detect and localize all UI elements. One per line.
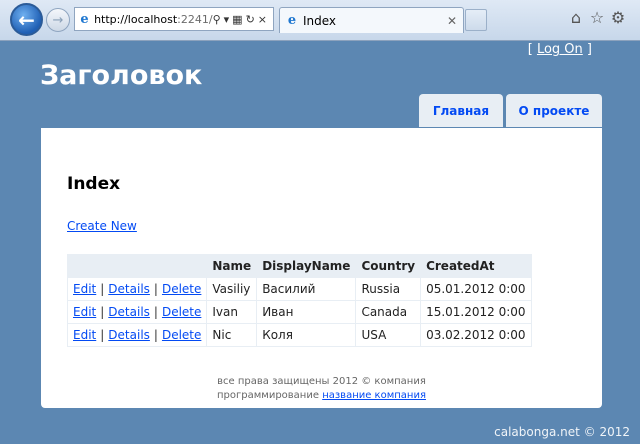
edit-link[interactable]: Edit [73, 328, 96, 342]
table-row: Edit | Details | Delete Nic Коля USA 03.02.2… [66, 323, 532, 347]
delete-link[interactable]: Delete [162, 305, 201, 319]
cell-name: Nic [206, 323, 258, 347]
table-header-row: Name DisplayName Country CreatedAt [66, 254, 532, 278]
cell-country: Russia [355, 277, 422, 301]
data-table: Name DisplayName Country CreatedAt Edit |… [66, 254, 532, 347]
main-content: Index Create New Name DisplayName Countr… [41, 128, 602, 408]
details-link[interactable]: Details [108, 305, 150, 319]
edit-link[interactable]: Edit [73, 305, 96, 319]
column-header-country: Country [355, 254, 422, 278]
close-icon[interactable]: ✕ [447, 14, 457, 28]
edit-link[interactable]: Edit [73, 282, 96, 296]
cell-createdat: 05.01.2012 0:00 [420, 277, 532, 301]
log-on-link[interactable]: Log On [537, 42, 583, 57]
separator: | [100, 282, 105, 296]
tab-title: Index [303, 13, 337, 28]
login-bracket-open: [ [527, 42, 537, 57]
cell-country: Canada [355, 300, 422, 324]
cell-displayname: Василий [256, 277, 357, 301]
separator: | [100, 305, 105, 319]
browser-chrome: ← → e http://localhost:2241/ ⚲▾▦↻× e Ind… [0, 0, 640, 41]
menu-item-about[interactable]: О проекте [506, 94, 602, 127]
gear-icon[interactable]: ⚙ [608, 8, 628, 28]
column-header-displayname: DisplayName [256, 254, 357, 278]
url-host: http://localhost [94, 12, 178, 26]
cell-createdat: 15.01.2012 0:00 [420, 300, 532, 324]
column-header-createdat: CreatedAt [420, 254, 532, 278]
compat-view-icon[interactable]: ▦ [232, 13, 245, 26]
login-display: [ Log On ] [528, 42, 592, 57]
page-title: Index [67, 174, 121, 194]
ie-logo-icon: e [80, 11, 89, 27]
footer: все права защищены 2012 © компания прогр… [41, 375, 602, 403]
separator: | [153, 282, 158, 296]
row-actions: Edit | Details | Delete [66, 300, 208, 324]
delete-link[interactable]: Delete [162, 282, 201, 296]
stop-icon[interactable]: × [258, 13, 270, 26]
row-actions: Edit | Details | Delete [66, 277, 208, 301]
table-row: Edit | Details | Delete Ivan Иван Canada 15.… [66, 300, 532, 324]
footer-credits: программирование название компания [41, 389, 602, 403]
separator: | [153, 328, 158, 342]
create-new-link[interactable]: Create New [67, 219, 137, 233]
new-tab-button[interactable] [465, 9, 487, 31]
ie-logo-icon: e [287, 13, 297, 28]
separator: | [153, 305, 158, 319]
footer-copyright: все права защищены 2012 © компания [217, 376, 426, 387]
address-bar[interactable]: e http://localhost:2241/ ⚲▾▦↻× [74, 7, 274, 31]
forward-arrow-icon: → [52, 12, 64, 28]
row-actions: Edit | Details | Delete [66, 323, 208, 347]
delete-link[interactable]: Delete [162, 328, 201, 342]
back-button[interactable]: ← [10, 3, 43, 36]
menu-item-home[interactable]: Главная [419, 94, 503, 127]
refresh-icon[interactable]: ↻ [246, 13, 258, 26]
search-icon[interactable]: ⚲ [213, 13, 224, 26]
home-icon[interactable]: ⌂ [566, 8, 586, 28]
tab-index[interactable]: e Index ✕ [279, 7, 464, 33]
url-port: :2241/ [177, 12, 213, 26]
cell-displayname: Иван [256, 300, 357, 324]
separator: | [100, 328, 105, 342]
cell-name: Vasiliy [206, 277, 258, 301]
footer-credits-prefix: программирование [217, 390, 323, 401]
column-header-name: Name [206, 254, 258, 278]
details-link[interactable]: Details [108, 282, 150, 296]
table-row: Edit | Details | Delete Vasiliy Василий Russ… [66, 277, 532, 301]
cell-createdat: 03.02.2012 0:00 [420, 323, 532, 347]
site-title: Заголовок [40, 60, 203, 91]
column-header-actions [66, 254, 208, 278]
company-link[interactable]: название компания [322, 390, 426, 401]
details-link[interactable]: Details [108, 328, 150, 342]
cell-name: Ivan [206, 300, 258, 324]
cell-displayname: Коля [256, 323, 357, 347]
login-bracket-close: ] [582, 42, 592, 57]
forward-button[interactable]: → [46, 8, 70, 32]
dropdown-icon[interactable]: ▾ [224, 13, 233, 26]
back-arrow-icon: ← [18, 7, 35, 32]
cell-country: USA [355, 323, 422, 347]
watermark: calabonga.net © 2012 [494, 425, 630, 439]
address-bar-tools[interactable]: ⚲▾▦↻× [213, 13, 270, 26]
star-icon[interactable]: ☆ [587, 8, 607, 28]
